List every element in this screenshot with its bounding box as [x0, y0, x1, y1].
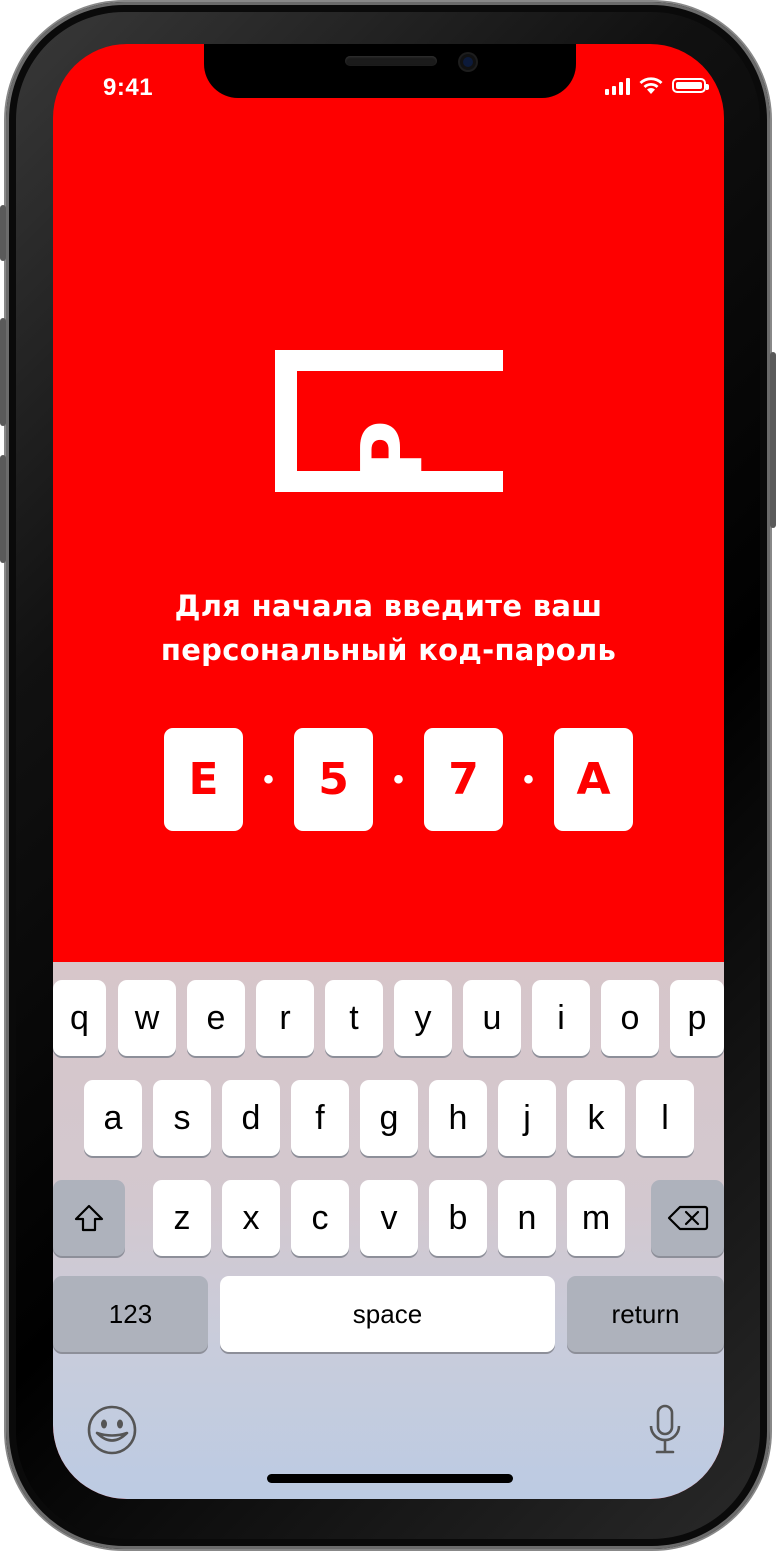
- key-d[interactable]: d: [222, 1080, 280, 1156]
- key-h[interactable]: h: [429, 1080, 487, 1156]
- code-input[interactable]: E • 5 • 7 • A: [164, 728, 633, 831]
- key-p[interactable]: p: [670, 980, 724, 1056]
- key-n[interactable]: n: [498, 1180, 556, 1256]
- key-j[interactable]: j: [498, 1080, 556, 1156]
- key-t[interactable]: t: [325, 980, 383, 1056]
- key-w[interactable]: w: [118, 980, 176, 1056]
- code-digit-4[interactable]: A: [554, 728, 633, 831]
- volume-down-button: [0, 455, 6, 563]
- prompt-line-2: персональный код-пароль: [160, 633, 617, 667]
- home-indicator[interactable]: [267, 1474, 513, 1483]
- key-i[interactable]: i: [532, 980, 590, 1056]
- mute-switch: [0, 205, 6, 261]
- code-digit-3[interactable]: 7: [424, 728, 503, 831]
- key-s[interactable]: s: [153, 1080, 211, 1156]
- key-l[interactable]: l: [636, 1080, 694, 1156]
- key-a[interactable]: a: [84, 1080, 142, 1156]
- logo-letter: P: [343, 420, 441, 482]
- cellular-signal-icon: [605, 77, 630, 95]
- return-key[interactable]: return: [567, 1276, 724, 1352]
- key-q[interactable]: q: [53, 980, 106, 1056]
- wifi-icon: [639, 77, 663, 94]
- shift-key[interactable]: [53, 1180, 125, 1256]
- key-u[interactable]: u: [463, 980, 521, 1056]
- code-separator: •: [263, 762, 274, 796]
- shift-icon: [74, 1204, 104, 1232]
- speaker-grille: [345, 56, 437, 66]
- key-x[interactable]: x: [222, 1180, 280, 1256]
- phone-screen: 9:41 P Для начала введите ваш персональн…: [53, 44, 724, 1499]
- keyboard: q w e r t y u i o p a s d f g h j k l z …: [53, 962, 724, 1499]
- parking-logo: P: [275, 350, 503, 492]
- key-f[interactable]: f: [291, 1080, 349, 1156]
- key-c[interactable]: c: [291, 1180, 349, 1256]
- key-y[interactable]: y: [394, 980, 452, 1056]
- key-g[interactable]: g: [360, 1080, 418, 1156]
- prompt-line-1: Для начала введите ваш: [174, 589, 603, 623]
- status-icons: [605, 76, 709, 95]
- key-z[interactable]: z: [153, 1180, 211, 1256]
- space-key[interactable]: space: [220, 1276, 555, 1352]
- delete-icon: [667, 1205, 708, 1231]
- notch: [204, 44, 576, 98]
- emoji-icon[interactable]: [86, 1404, 138, 1456]
- key-k[interactable]: k: [567, 1080, 625, 1156]
- microphone-icon[interactable]: [647, 1404, 683, 1456]
- key-r[interactable]: r: [256, 980, 314, 1056]
- key-v[interactable]: v: [360, 1180, 418, 1256]
- status-time: 9:41: [103, 74, 154, 101]
- battery-icon: [672, 78, 709, 93]
- key-e[interactable]: e: [187, 980, 245, 1056]
- code-digit-2[interactable]: 5: [294, 728, 373, 831]
- key-b[interactable]: b: [429, 1180, 487, 1256]
- code-separator: •: [523, 762, 534, 796]
- code-digit-1[interactable]: E: [164, 728, 243, 831]
- key-o[interactable]: o: [601, 980, 659, 1056]
- delete-key[interactable]: [651, 1180, 724, 1256]
- code-separator: •: [393, 762, 404, 796]
- volume-up-button: [0, 318, 6, 426]
- numbers-key[interactable]: 123: [53, 1276, 208, 1352]
- power-button: [770, 352, 776, 528]
- key-m[interactable]: m: [567, 1180, 625, 1256]
- front-camera: [460, 54, 476, 70]
